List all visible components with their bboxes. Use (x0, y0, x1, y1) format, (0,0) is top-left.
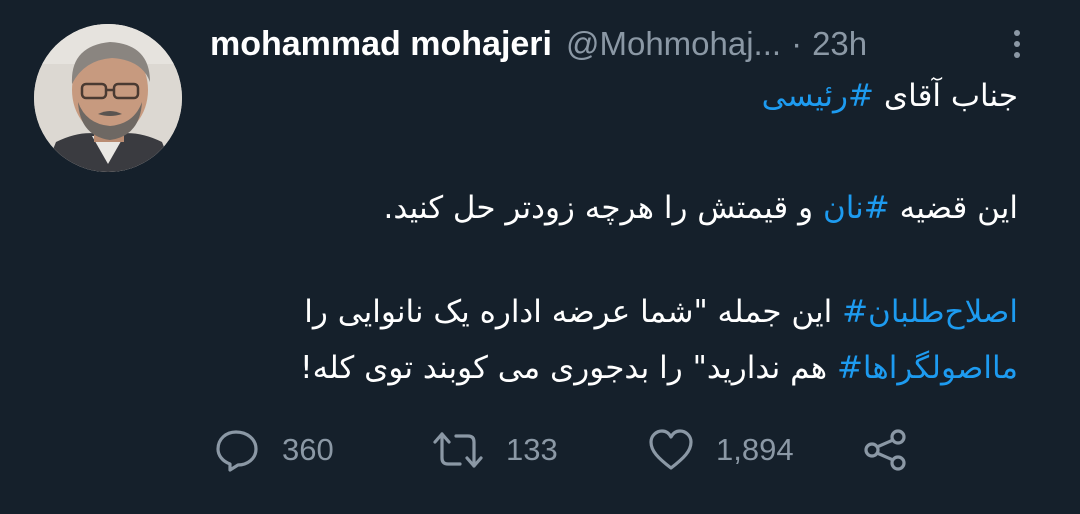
tweet-text-line-2: این قضیه #نان و قیمتش را هرچه زودتر حل ک… (383, 190, 1018, 226)
action-bar: 360 133 1,894 (0, 420, 1080, 480)
more-options-icon[interactable] (1008, 26, 1028, 62)
tweet-text: و قیمتش را هرچه زودتر حل کنید. (383, 190, 823, 226)
hashtag-link[interactable]: مااصولگراها# (837, 350, 1018, 386)
hashtag-link[interactable]: اصلاح‌طلبان# (842, 294, 1018, 330)
retweet-count: 133 (506, 432, 558, 467)
like-icon (649, 429, 693, 470)
reply-count: 360 (282, 432, 334, 467)
tweet-text: جناب آقای (874, 78, 1018, 114)
retweet-button[interactable]: 133 (432, 428, 558, 472)
tweet-text-line-3: اصلاح‌طلبان# این جمله "شما عرضه اداره یک… (304, 294, 1018, 330)
hashtag-link[interactable]: #رئیسی (762, 78, 874, 114)
tweet-text: این قضیه (889, 190, 1018, 226)
like-button[interactable]: 1,894 (648, 428, 794, 472)
tweet-card[interactable]: mohammad mohajeri @Mohmohaj... · 23h جنا… (0, 0, 1080, 514)
tweet-header: mohammad mohajeri @Mohmohaj... · 23h (210, 22, 867, 66)
user-handle[interactable]: @Mohmohaj... (566, 25, 781, 63)
reply-icon (216, 430, 258, 472)
separator-dot: · (791, 25, 803, 62)
avatar-image (34, 24, 182, 172)
share-icon (864, 429, 906, 471)
like-count: 1,894 (716, 432, 794, 467)
share-button[interactable] (862, 428, 930, 472)
hashtag-link[interactable]: #نان (823, 190, 890, 226)
avatar[interactable] (34, 24, 182, 172)
retweet-icon (433, 432, 483, 468)
tweet-text: این جمله "شما عرضه اداره یک نانوایی را (304, 294, 843, 330)
tweet-text-line-4: مااصولگراها# هم ندارید" را بدجوری می کوب… (300, 350, 1018, 386)
tweet-text: هم ندارید" را بدجوری می کوبند توی کله! (300, 350, 837, 386)
tweet-text-line-1: جناب آقای #رئیسی (762, 78, 1018, 114)
reply-button[interactable]: 360 (214, 428, 334, 472)
display-name[interactable]: mohammad mohajeri (210, 25, 552, 64)
timestamp[interactable]: 23h (812, 25, 867, 63)
